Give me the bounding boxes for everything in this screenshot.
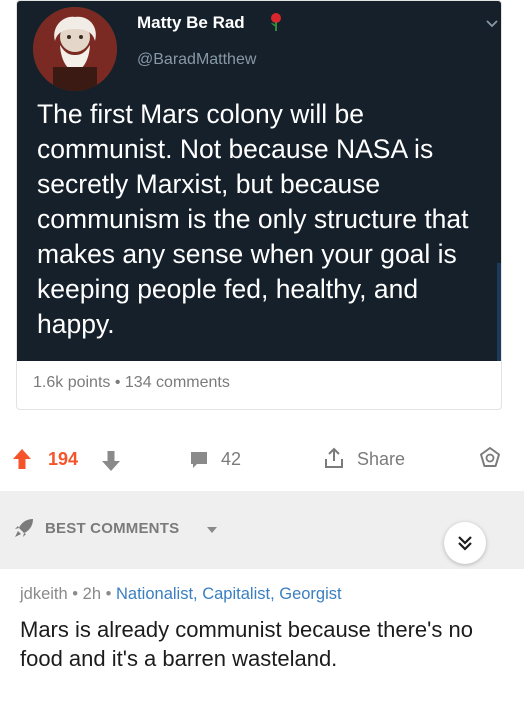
tweet-edge-divider [497, 263, 501, 361]
meta-separator: • [105, 585, 112, 603]
avatar [33, 7, 117, 91]
share-button[interactable]: Share [357, 449, 405, 470]
tweet-text: The first Mars colony will be communist.… [37, 99, 469, 339]
comments-header: BEST COMMENTS [0, 491, 524, 569]
comments-count[interactable]: 42 [221, 449, 241, 470]
post-card[interactable]: Matty Be Rad @BaradMatthew The first Mar… [16, 0, 502, 410]
caret-down-icon[interactable] [206, 525, 218, 535]
user-flair: Nationalist, Capitalist, Georgist [116, 585, 342, 603]
upvote-arrow-icon[interactable] [12, 448, 32, 470]
rose-icon [271, 13, 281, 31]
tweet-screenshot: Matty Be Rad @BaradMatthew The first Mar… [17, 1, 501, 361]
tweet-author-handle[interactable]: @BaradMatthew [137, 51, 256, 69]
sort-dropdown[interactable]: BEST COMMENTS [45, 520, 179, 537]
share-icon[interactable] [322, 446, 346, 470]
post-stats: 1.6k points • 134 comments [33, 374, 230, 392]
post-page: Matty Be Rad @BaradMatthew The first Mar… [0, 0, 524, 715]
collapse-comments-button[interactable] [444, 522, 486, 564]
award-icon[interactable] [478, 446, 502, 470]
vote-count: 194 [48, 449, 79, 469]
post-action-bar: 194 42 Share [0, 438, 524, 482]
comment-body: Mars is already communist because there'… [20, 617, 473, 671]
comment: jdkeith • 2h • Nationalist, Capitalist, … [0, 569, 524, 715]
meta-separator: • [72, 585, 79, 603]
post-points: 1.6k points [33, 374, 111, 391]
rocket-icon [15, 519, 33, 537]
post-comment-count[interactable]: 134 comments [125, 374, 230, 391]
comment-username[interactable]: jdkeith [20, 585, 68, 603]
tweet-author-name[interactable]: Matty Be Rad [137, 13, 245, 33]
comment-bubble-icon[interactable] [189, 450, 209, 470]
double-chevron-down-icon [458, 536, 472, 551]
downvote-arrow-icon[interactable] [101, 450, 121, 472]
meta-separator: • [114, 374, 121, 391]
chevron-down-icon[interactable] [485, 17, 499, 31]
comment-meta: jdkeith • 2h • Nationalist, Capitalist, … [20, 585, 342, 604]
comment-age: 2h [82, 585, 102, 603]
